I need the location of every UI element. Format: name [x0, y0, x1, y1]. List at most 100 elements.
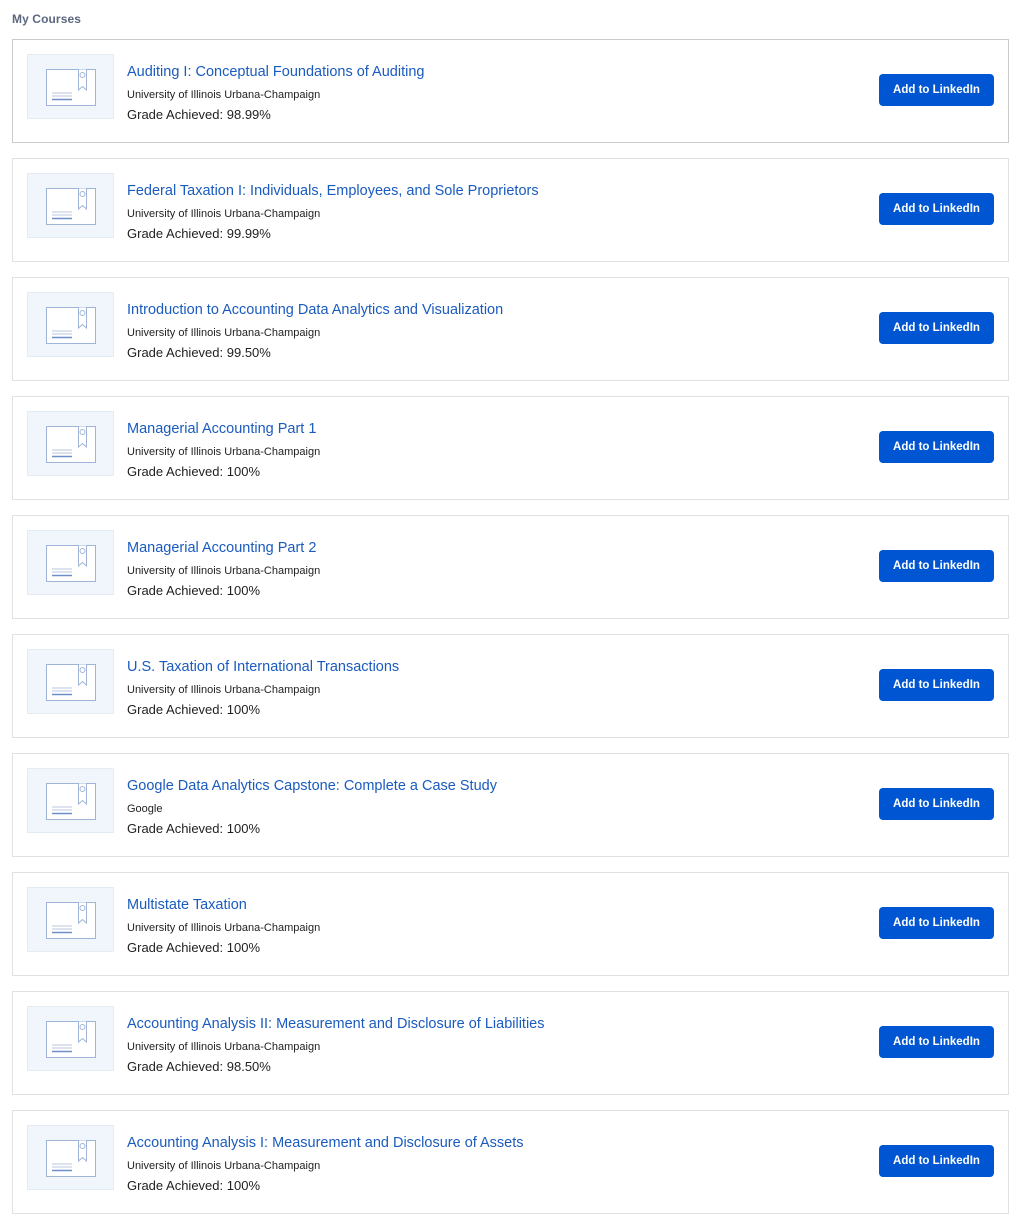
grade-achieved: Grade Achieved: 100%	[127, 583, 320, 599]
course-card: Multistate Taxation University of Illino…	[12, 872, 1009, 976]
course-info: Multistate Taxation University of Illino…	[127, 896, 320, 956]
grade-label: Grade Achieved:	[127, 464, 224, 479]
course-card: U.S. Taxation of International Transacti…	[12, 634, 1009, 738]
course-info: U.S. Taxation of International Transacti…	[127, 658, 399, 718]
certificate-icon[interactable]	[27, 411, 114, 476]
certificate-icon[interactable]	[27, 649, 114, 714]
grade-label: Grade Achieved:	[127, 1059, 224, 1074]
grade-value: 100%	[226, 702, 260, 717]
course-partner: University of Illinois Urbana-Champaign	[127, 208, 321, 220]
course-card: Accounting Analysis II: Measurement and …	[12, 991, 1009, 1095]
certificate-icon-graphic	[46, 783, 96, 820]
course-info: Managerial Accounting Part 1 University …	[127, 420, 320, 480]
grade-achieved: Grade Achieved: 100%	[127, 702, 399, 718]
certificate-icon[interactable]	[27, 530, 114, 595]
certificate-icon[interactable]	[27, 887, 114, 952]
grade-label: Grade Achieved:	[127, 226, 224, 241]
certificate-icon-graphic	[46, 1021, 96, 1058]
add-to-linkedin-button[interactable]: Add to LinkedIn	[879, 788, 994, 820]
course-card: Google Data Analytics Capstone: Complete…	[12, 753, 1009, 857]
course-title-link[interactable]: Auditing I: Conceptual Foundations of Au…	[127, 63, 424, 81]
add-to-linkedin-button[interactable]: Add to LinkedIn	[879, 74, 994, 106]
add-to-linkedin-button[interactable]: Add to LinkedIn	[879, 431, 994, 463]
course-card: Managerial Accounting Part 2 University …	[12, 515, 1009, 619]
course-info: Introduction to Accounting Data Analytic…	[127, 301, 503, 361]
course-title-link[interactable]: Introduction to Accounting Data Analytic…	[127, 301, 503, 319]
grade-achieved: Grade Achieved: 100%	[127, 464, 320, 480]
course-info: Federal Taxation I: Individuals, Employe…	[127, 182, 539, 242]
course-partner: University of Illinois Urbana-Champaign	[127, 1160, 321, 1172]
grade-achieved: Grade Achieved: 98.99%	[127, 107, 424, 123]
course-card: Managerial Accounting Part 1 University …	[12, 396, 1009, 500]
add-to-linkedin-button[interactable]: Add to LinkedIn	[879, 1026, 994, 1058]
grade-achieved: Grade Achieved: 98.50%	[127, 1059, 544, 1075]
course-title-link[interactable]: Multistate Taxation	[127, 896, 320, 914]
grade-label: Grade Achieved:	[127, 940, 224, 955]
grade-value: 100%	[226, 821, 260, 836]
course-title-link[interactable]: Managerial Accounting Part 2	[127, 539, 320, 557]
course-title-link[interactable]: Accounting Analysis II: Measurement and …	[127, 1015, 544, 1033]
certificate-icon-graphic	[46, 188, 96, 225]
certificate-icon[interactable]	[27, 292, 114, 357]
add-to-linkedin-button[interactable]: Add to LinkedIn	[879, 312, 994, 344]
course-info: Accounting Analysis I: Measurement and D…	[127, 1134, 524, 1194]
course-card: Accounting Analysis I: Measurement and D…	[12, 1110, 1009, 1214]
add-to-linkedin-button[interactable]: Add to LinkedIn	[879, 193, 994, 225]
certificate-icon[interactable]	[27, 768, 114, 833]
course-card: Introduction to Accounting Data Analytic…	[12, 277, 1009, 381]
course-partner: University of Illinois Urbana-Champaign	[127, 89, 321, 101]
grade-label: Grade Achieved:	[127, 345, 224, 360]
grade-value: 100%	[226, 1178, 260, 1193]
course-partner: Google	[127, 803, 163, 815]
certificate-icon-graphic	[46, 664, 96, 701]
certificate-icon-graphic	[46, 902, 96, 939]
certificate-icon-graphic	[46, 1140, 96, 1177]
grade-value: 98.50%	[226, 1059, 271, 1074]
course-partner: University of Illinois Urbana-Champaign	[127, 446, 321, 458]
add-to-linkedin-button[interactable]: Add to LinkedIn	[879, 1145, 994, 1177]
course-info: Accounting Analysis II: Measurement and …	[127, 1015, 544, 1075]
course-info: Google Data Analytics Capstone: Complete…	[127, 777, 497, 837]
grade-achieved: Grade Achieved: 100%	[127, 1178, 524, 1194]
course-title-link[interactable]: Accounting Analysis I: Measurement and D…	[127, 1134, 524, 1152]
course-card: Auditing I: Conceptual Foundations of Au…	[12, 39, 1009, 143]
course-title-link[interactable]: Google Data Analytics Capstone: Complete…	[127, 777, 497, 795]
grade-achieved: Grade Achieved: 99.99%	[127, 226, 539, 242]
grade-achieved: Grade Achieved: 99.50%	[127, 345, 503, 361]
course-list: Auditing I: Conceptual Foundations of Au…	[12, 39, 1009, 1214]
course-title-link[interactable]: U.S. Taxation of International Transacti…	[127, 658, 399, 676]
grade-achieved: Grade Achieved: 100%	[127, 821, 497, 837]
course-title-link[interactable]: Managerial Accounting Part 1	[127, 420, 320, 438]
certificate-icon[interactable]	[27, 1006, 114, 1071]
certificate-icon-graphic	[46, 307, 96, 344]
course-card: Federal Taxation I: Individuals, Employe…	[12, 158, 1009, 262]
add-to-linkedin-button[interactable]: Add to LinkedIn	[879, 550, 994, 582]
grade-label: Grade Achieved:	[127, 583, 224, 598]
certificate-icon[interactable]	[27, 173, 114, 238]
course-info: Auditing I: Conceptual Foundations of Au…	[127, 63, 424, 123]
certificate-icon[interactable]	[27, 54, 114, 119]
section-title: My Courses	[12, 12, 82, 26]
course-partner: University of Illinois Urbana-Champaign	[127, 922, 321, 934]
grade-label: Grade Achieved:	[127, 702, 224, 717]
grade-value: 100%	[226, 464, 260, 479]
grade-value: 100%	[226, 583, 260, 598]
grade-label: Grade Achieved:	[127, 1178, 224, 1193]
course-title-link[interactable]: Federal Taxation I: Individuals, Employe…	[127, 182, 539, 200]
grade-value: 99.50%	[226, 345, 271, 360]
add-to-linkedin-button[interactable]: Add to LinkedIn	[879, 907, 994, 939]
my-courses-page: My Courses Auditing I: Conceptual Founda…	[0, 0, 1022, 1214]
grade-label: Grade Achieved:	[127, 107, 224, 122]
course-partner: University of Illinois Urbana-Champaign	[127, 684, 321, 696]
certificate-icon-graphic	[46, 69, 96, 106]
grade-value: 100%	[226, 940, 260, 955]
certificate-icon-graphic	[46, 426, 96, 463]
certificate-icon-graphic	[46, 545, 96, 582]
add-to-linkedin-button[interactable]: Add to LinkedIn	[879, 669, 994, 701]
grade-label: Grade Achieved:	[127, 821, 224, 836]
grade-achieved: Grade Achieved: 100%	[127, 940, 320, 956]
course-partner: University of Illinois Urbana-Champaign	[127, 1041, 321, 1053]
grade-value: 98.99%	[226, 107, 271, 122]
course-info: Managerial Accounting Part 2 University …	[127, 539, 320, 599]
certificate-icon[interactable]	[27, 1125, 114, 1190]
